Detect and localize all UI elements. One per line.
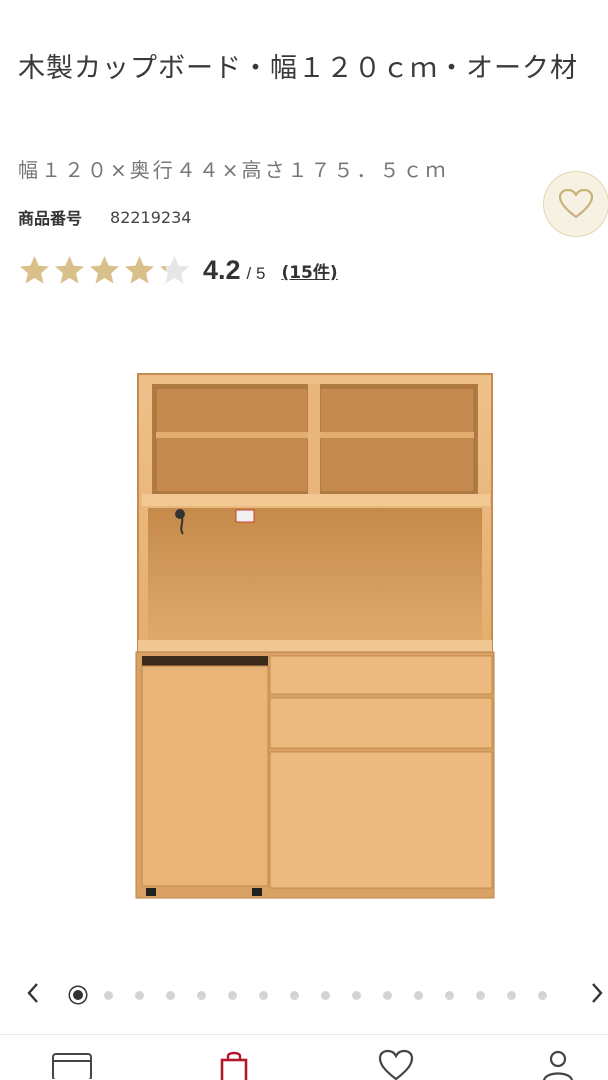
carousel-dot[interactable] — [445, 990, 454, 1000]
product-image[interactable] — [128, 368, 500, 904]
star-icon — [20, 256, 49, 284]
product-dimensions: 幅１２０×奥行４４×高さ１７５．５ｃｍ — [18, 158, 449, 182]
carousel-dot[interactable] — [538, 990, 547, 1000]
nav-card[interactable] — [50, 1049, 94, 1080]
carousel-dot[interactable] — [104, 990, 113, 1000]
star-icon — [160, 256, 189, 284]
heart-icon — [559, 189, 593, 219]
carousel-dot[interactable] — [507, 990, 516, 1000]
carousel-dot[interactable] — [70, 987, 86, 1003]
favorite-button[interactable] — [543, 171, 608, 237]
product-title: 木製カップボード・幅１２０ｃｍ・オーク材 — [18, 53, 578, 84]
carousel-dot[interactable] — [259, 990, 268, 1000]
rating: 4.2 / 5 (15件) — [18, 254, 338, 287]
rating-out-of: / 5 — [246, 263, 266, 283]
reviews-link[interactable]: (15件) — [281, 258, 337, 283]
sku-row: 商品番号 82219234 — [18, 205, 191, 229]
sku-value: 82219234 — [110, 207, 192, 227]
star-icon — [55, 256, 84, 284]
nav-favorites[interactable] — [374, 1049, 418, 1080]
carousel-dot[interactable] — [197, 990, 206, 1000]
star-icon — [125, 256, 154, 284]
shopping-bag-icon — [220, 1051, 248, 1080]
image-carousel — [0, 978, 608, 1008]
carousel-dot[interactable] — [414, 990, 423, 1000]
nav-account[interactable] — [536, 1049, 580, 1080]
chevron-left-icon — [27, 983, 38, 1003]
carousel-dot[interactable] — [321, 990, 330, 1000]
carousel-dot[interactable] — [228, 990, 237, 1000]
carousel-prev[interactable] — [18, 978, 48, 1008]
carousel-next[interactable] — [582, 978, 608, 1008]
card-icon — [52, 1053, 92, 1079]
bottom-nav — [0, 1034, 608, 1080]
carousel-dot[interactable] — [135, 990, 144, 1000]
carousel-dots — [70, 987, 569, 1003]
star-rating — [18, 254, 191, 287]
heart-icon — [378, 1049, 414, 1080]
carousel-dot[interactable] — [290, 990, 299, 1000]
rating-score: 4.2 — [203, 255, 241, 285]
carousel-dot[interactable] — [383, 990, 392, 1000]
carousel-dot[interactable] — [166, 990, 175, 1000]
carousel-dot[interactable] — [352, 990, 361, 1000]
sku-label: 商品番号 — [18, 209, 83, 228]
user-icon — [543, 1050, 573, 1080]
chevron-right-icon — [592, 983, 603, 1003]
star-icon — [90, 256, 119, 284]
carousel-dot[interactable] — [476, 990, 485, 1000]
cupboard-product-image — [135, 373, 495, 899]
nav-cart[interactable] — [212, 1049, 256, 1080]
